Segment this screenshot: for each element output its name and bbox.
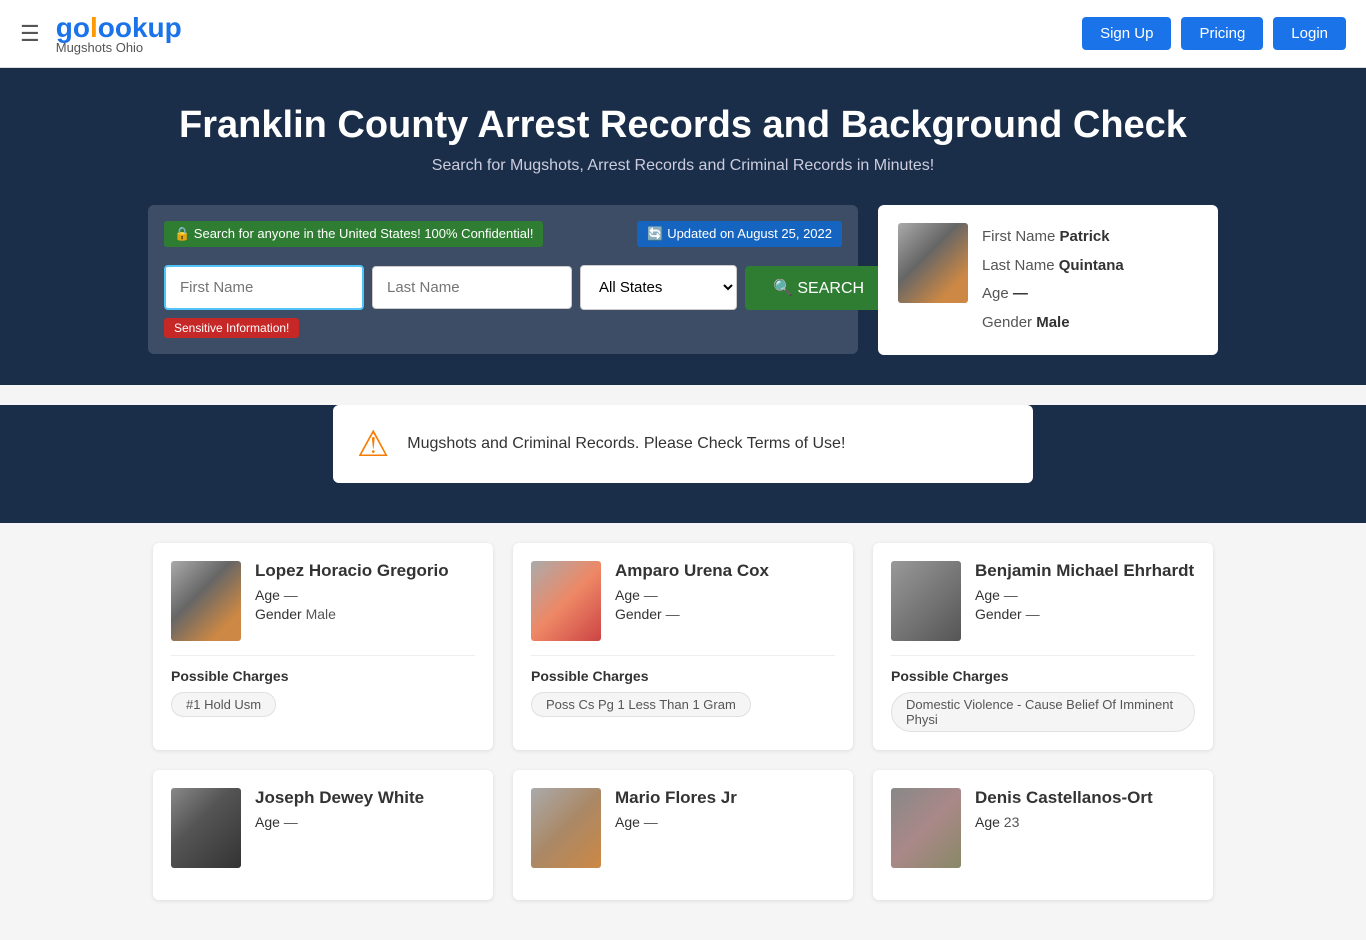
profile-info: First Name Patrick Last Name Quintana Ag… xyxy=(982,223,1124,337)
charges-section: Possible Charges Poss Cs Pg 1 Less Than … xyxy=(531,655,835,717)
person-photo xyxy=(171,561,241,641)
person-card[interactable]: Mario Flores Jr Age — xyxy=(513,770,853,900)
signup-button[interactable]: Sign Up xyxy=(1082,17,1171,50)
search-notice-blue: 🔄 Updated on August 25, 2022 xyxy=(637,221,842,247)
warning-text: Mugshots and Criminal Records. Please Ch… xyxy=(407,435,845,453)
search-box: 🔒 Search for anyone in the United States… xyxy=(148,205,858,354)
warning-icon: ⚠ xyxy=(357,423,389,465)
profile-age: Age — xyxy=(982,280,1124,309)
header-left: ☰ golookup Mugshots Ohio xyxy=(20,12,182,55)
profile-photo xyxy=(898,223,968,303)
person-details: Benjamin Michael Ehrhardt Age — Gender — xyxy=(975,561,1194,625)
first-name-input[interactable] xyxy=(164,265,364,310)
person-photo xyxy=(171,788,241,868)
search-button[interactable]: 🔍 SEARCH xyxy=(745,266,892,310)
last-name-input[interactable] xyxy=(372,266,572,309)
person-details: Lopez Horacio Gregorio Age — Gender Male xyxy=(255,561,449,625)
hamburger-icon[interactable]: ☰ xyxy=(20,21,40,47)
person-card-top: Denis Castellanos-Ort Age 23 xyxy=(891,788,1195,882)
header: ☰ golookup Mugshots Ohio Sign Up Pricing… xyxy=(0,0,1366,68)
person-details: Mario Flores Jr Age — xyxy=(615,788,737,833)
person-photo xyxy=(531,788,601,868)
person-card[interactable]: Denis Castellanos-Ort Age 23 xyxy=(873,770,1213,900)
person-card[interactable]: Benjamin Michael Ehrhardt Age — Gender —… xyxy=(873,543,1213,750)
search-area: 🔒 Search for anyone in the United States… xyxy=(0,205,1366,385)
search-inputs: All StatesAlabamaAlaskaArizonaArkansasCa… xyxy=(164,265,842,310)
page-title: Franklin County Arrest Records and Backg… xyxy=(20,104,1346,147)
cards-grid: Lopez Horacio Gregorio Age — Gender Male… xyxy=(153,543,1213,900)
login-button[interactable]: Login xyxy=(1273,17,1346,50)
person-photo xyxy=(891,788,961,868)
warning-banner: ⚠ Mugshots and Criminal Records. Please … xyxy=(333,405,1033,483)
search-notice-green: 🔒 Search for anyone in the United States… xyxy=(164,221,543,247)
person-age: Age — xyxy=(255,587,449,603)
person-gender: Gender Male xyxy=(255,606,449,622)
pricing-button[interactable]: Pricing xyxy=(1181,17,1263,50)
logo-wrap: golookup Mugshots Ohio xyxy=(56,12,182,55)
charge-badge: #1 Hold Usm xyxy=(171,692,276,717)
person-photo xyxy=(891,561,961,641)
person-age: Age — xyxy=(975,587,1194,603)
charge-badge: Poss Cs Pg 1 Less Than 1 Gram xyxy=(531,692,751,717)
person-name: Denis Castellanos-Ort xyxy=(975,788,1153,808)
hero-subtitle: Search for Mugshots, Arrest Records and … xyxy=(20,157,1346,175)
person-card-top: Amparo Urena Cox Age — Gender — xyxy=(531,561,835,655)
person-card-top: Benjamin Michael Ehrhardt Age — Gender — xyxy=(891,561,1195,655)
profile-gender: Gender Male xyxy=(982,309,1124,338)
search-notice-row: 🔒 Search for anyone in the United States… xyxy=(164,221,842,257)
person-card-top: Mario Flores Jr Age — xyxy=(531,788,835,882)
charges-section: Possible Charges Domestic Violence - Cau… xyxy=(891,655,1195,732)
charges-section: Possible Charges #1 Hold Usm xyxy=(171,655,475,717)
person-name: Lopez Horacio Gregorio xyxy=(255,561,449,581)
person-name: Amparo Urena Cox xyxy=(615,561,769,581)
person-name: Mario Flores Jr xyxy=(615,788,737,808)
person-details: Denis Castellanos-Ort Age 23 xyxy=(975,788,1153,833)
logo-subtitle: Mugshots Ohio xyxy=(56,40,143,55)
charges-title: Possible Charges xyxy=(531,668,835,684)
profile-lastname: Last Name Quintana xyxy=(982,252,1124,281)
charge-badge: Domestic Violence - Cause Belief Of Immi… xyxy=(891,692,1195,732)
person-age: Age — xyxy=(615,587,769,603)
hero-section: Franklin County Arrest Records and Backg… xyxy=(0,68,1366,205)
person-card-top: Lopez Horacio Gregorio Age — Gender Male xyxy=(171,561,475,655)
person-photo xyxy=(531,561,601,641)
charges-title: Possible Charges xyxy=(171,668,475,684)
person-card[interactable]: Lopez Horacio Gregorio Age — Gender Male… xyxy=(153,543,493,750)
person-gender: Gender — xyxy=(975,606,1194,622)
person-card[interactable]: Joseph Dewey White Age — xyxy=(153,770,493,900)
person-gender: Gender — xyxy=(615,606,769,622)
sensitive-badge: Sensitive Information! xyxy=(164,318,299,338)
person-details: Amparo Urena Cox Age — Gender — xyxy=(615,561,769,625)
person-card[interactable]: Amparo Urena Cox Age — Gender — Possible… xyxy=(513,543,853,750)
person-age: Age — xyxy=(255,814,424,830)
profile-firstname: First Name Patrick xyxy=(982,223,1124,252)
charges-title: Possible Charges xyxy=(891,668,1195,684)
person-card-top: Joseph Dewey White Age — xyxy=(171,788,475,882)
person-name: Joseph Dewey White xyxy=(255,788,424,808)
person-age: Age — xyxy=(615,814,737,830)
person-age: Age 23 xyxy=(975,814,1153,830)
state-select[interactable]: All StatesAlabamaAlaskaArizonaArkansasCa… xyxy=(580,265,737,310)
profile-card: First Name Patrick Last Name Quintana Ag… xyxy=(878,205,1218,355)
header-buttons: Sign Up Pricing Login xyxy=(1082,17,1346,50)
person-details: Joseph Dewey White Age — xyxy=(255,788,424,833)
cards-section: Lopez Horacio Gregorio Age — Gender Male… xyxy=(133,523,1233,940)
person-name: Benjamin Michael Ehrhardt xyxy=(975,561,1194,581)
